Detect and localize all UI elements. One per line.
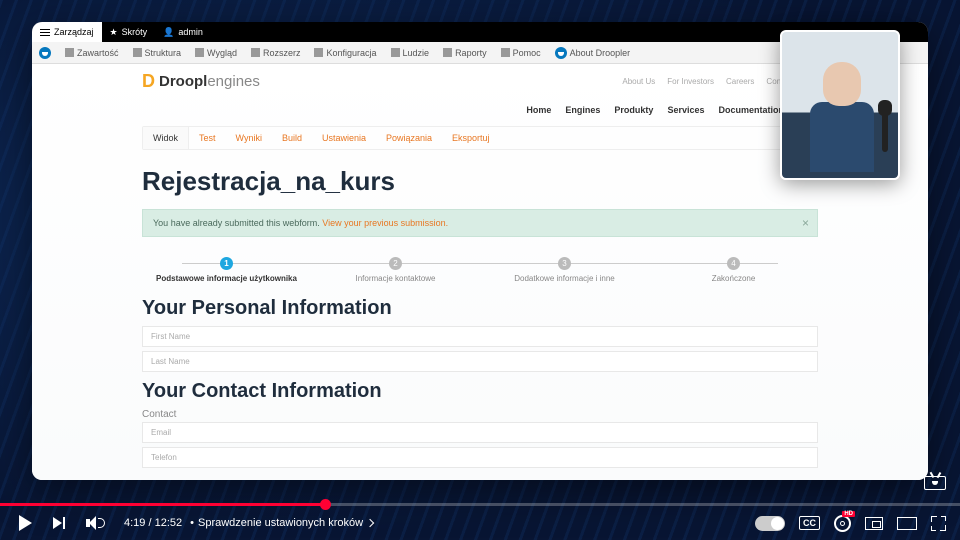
toolbar-home[interactable] xyxy=(32,42,58,63)
progress-wizard: 1Podstawowe informacje użytkownika 2Info… xyxy=(142,257,818,283)
page-title: Rejestracja_na_kurs xyxy=(142,166,818,197)
hamburger-icon xyxy=(40,32,50,33)
fullscreen-button[interactable] xyxy=(931,516,946,531)
util-careers[interactable]: Careers xyxy=(726,77,754,86)
toolbar-help[interactable]: Pomoc xyxy=(494,42,548,63)
tab-view[interactable]: Widok xyxy=(143,127,189,149)
wizard-step-3[interactable]: 3Dodatkowe informacje i inne xyxy=(480,257,649,283)
chevron-right-icon xyxy=(366,519,374,527)
tab-build[interactable]: Build xyxy=(272,127,312,149)
tab-references[interactable]: Powiązania xyxy=(376,127,442,149)
tab-settings[interactable]: Ustawienia xyxy=(312,127,376,149)
nav-home[interactable]: Home xyxy=(526,105,551,115)
drupal-icon xyxy=(39,47,51,59)
watch-on-tv-button[interactable] xyxy=(924,476,946,494)
nav-engines[interactable]: Engines xyxy=(565,105,600,115)
toolbar-people[interactable]: Ludzie xyxy=(384,42,437,63)
play-button[interactable] xyxy=(14,512,36,534)
nav-docs[interactable]: Documentation xyxy=(718,105,784,115)
toolbar-config[interactable]: Konfiguracja xyxy=(307,42,383,63)
admin-manage[interactable]: Zarządzaj xyxy=(32,22,102,42)
wizard-step-1[interactable]: 1Podstawowe informacje użytkownika xyxy=(142,257,311,283)
toolbar-structure[interactable]: Struktura xyxy=(126,42,189,63)
first-name-field[interactable]: First Name xyxy=(142,326,818,347)
wizard-step-4[interactable]: 4Zakończone xyxy=(649,257,818,283)
util-about[interactable]: About Us xyxy=(622,77,655,86)
volume-button[interactable] xyxy=(82,512,104,534)
tab-test[interactable]: Test xyxy=(189,127,226,149)
local-tabs: Widok Test Wyniki Build Ustawienia Powią… xyxy=(142,126,818,150)
theater-button[interactable] xyxy=(897,517,917,530)
site-logo[interactable]: DDrooplengines xyxy=(142,71,260,92)
toolbar-extend[interactable]: Rozszerz xyxy=(244,42,308,63)
last-name-field[interactable]: Last Name xyxy=(142,351,818,372)
contact-sublabel: Contact xyxy=(142,409,818,420)
toolbar-content[interactable]: Zawartość xyxy=(58,42,126,63)
admin-user[interactable]: 👤 admin xyxy=(155,22,211,42)
presenter-webcam xyxy=(780,30,900,180)
toolbar-about[interactable]: About Droopler xyxy=(548,42,638,63)
email-field[interactable]: Email xyxy=(142,422,818,443)
video-controls: 4:19 / 12:52 • Sprawdzenie ustawionych k… xyxy=(0,506,960,540)
previous-submission-link[interactable]: View your previous submission. xyxy=(322,218,448,228)
next-button[interactable] xyxy=(48,512,70,534)
autoplay-toggle[interactable] xyxy=(755,516,785,531)
close-icon[interactable]: × xyxy=(802,216,809,230)
toolbar-appearance[interactable]: Wygląd xyxy=(188,42,244,63)
microphone-icon xyxy=(882,112,888,152)
toolbar-reports[interactable]: Raporty xyxy=(436,42,494,63)
phone-field[interactable]: Telefon xyxy=(142,447,818,468)
tab-export[interactable]: Eksportuj xyxy=(442,127,500,149)
nav-services[interactable]: Services xyxy=(667,105,704,115)
chapter-button[interactable]: • Sprawdzenie ustawionych kroków xyxy=(190,517,373,529)
miniplayer-button[interactable] xyxy=(865,517,883,530)
status-alert: You have already submitted this webform.… xyxy=(142,209,818,237)
admin-shortcuts[interactable]: ★ Skróty xyxy=(102,22,156,42)
captions-button[interactable]: CC xyxy=(799,516,820,530)
section-contact-heading: Your Contact Information xyxy=(142,380,818,403)
tab-results[interactable]: Wyniki xyxy=(226,127,272,149)
time-display: 4:19 / 12:52 xyxy=(124,517,182,529)
wizard-step-2[interactable]: 2Informacje kontaktowe xyxy=(311,257,480,283)
section-personal-heading: Your Personal Information xyxy=(142,297,818,320)
drupal-icon xyxy=(555,47,567,59)
nav-products[interactable]: Produkty xyxy=(614,105,653,115)
util-investors[interactable]: For Investors xyxy=(667,77,714,86)
settings-button[interactable]: HD xyxy=(834,515,851,532)
